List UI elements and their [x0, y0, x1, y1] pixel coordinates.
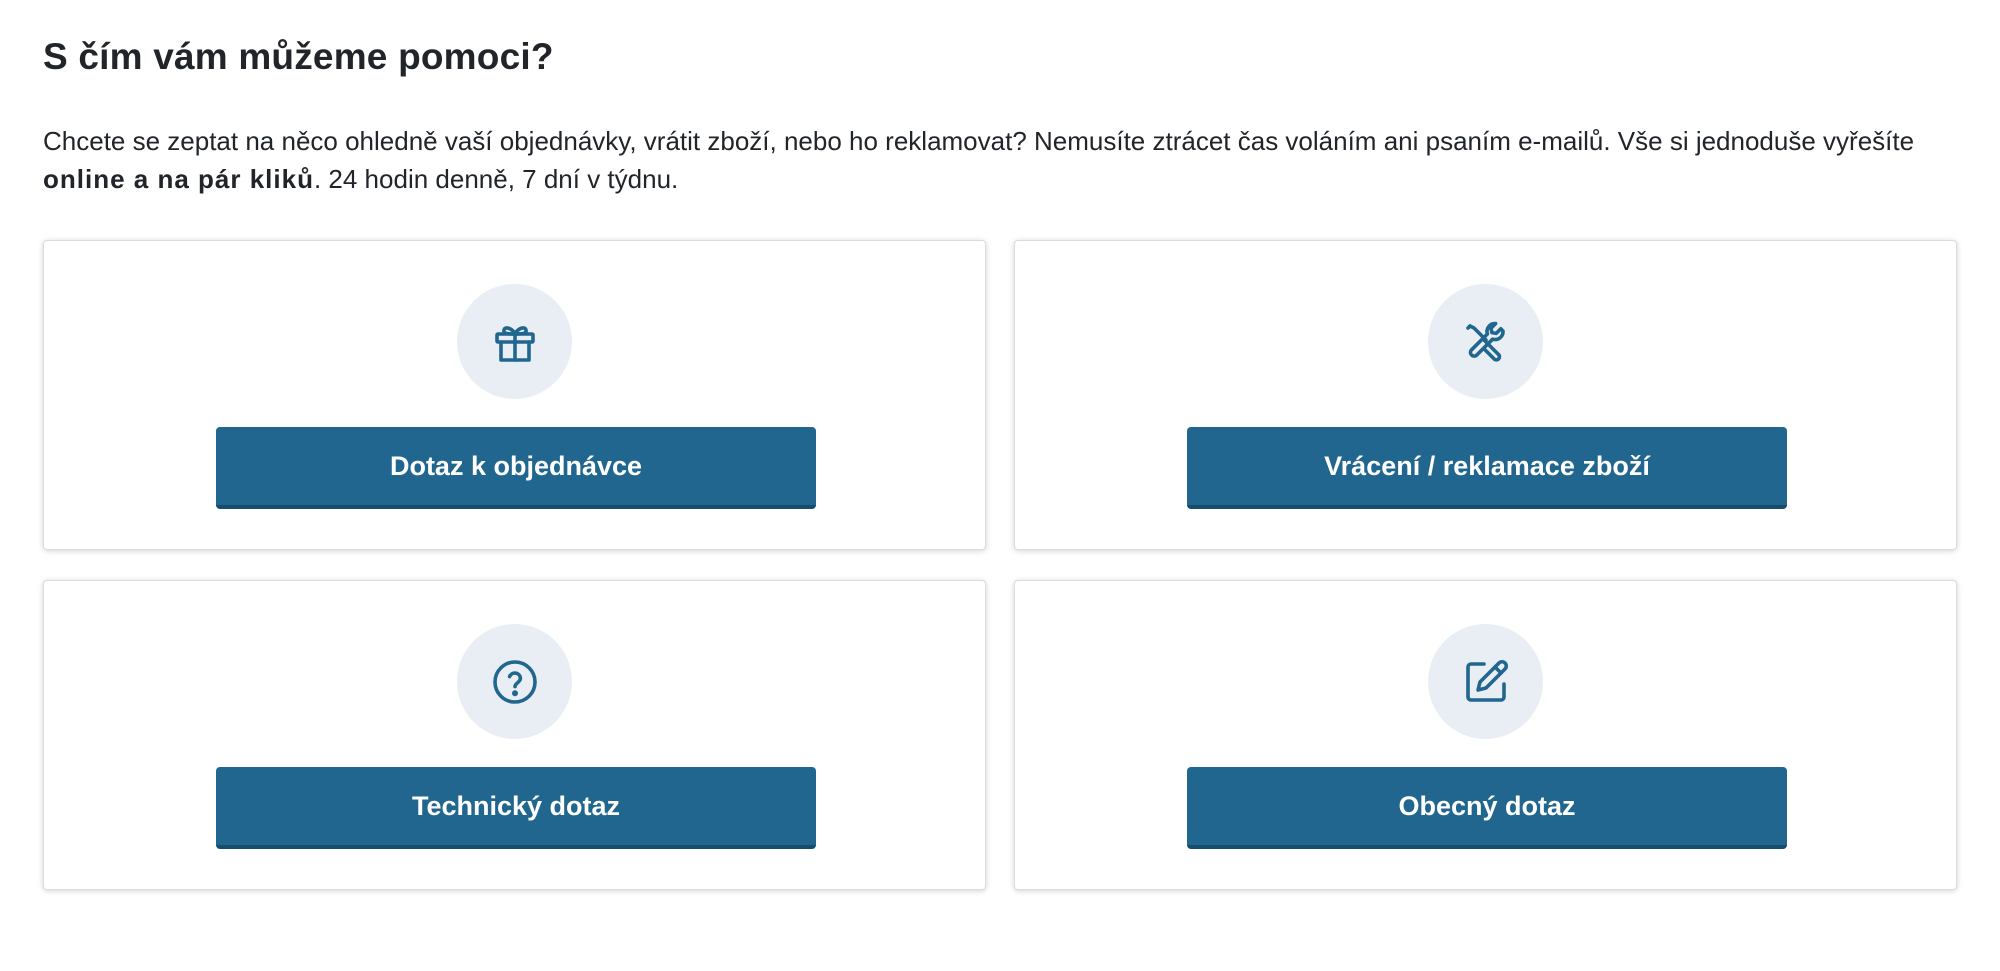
question-circle-icon	[457, 624, 572, 739]
gift-icon	[457, 284, 572, 399]
intro-text: Chcete se zeptat na něco ohledně vaší ob…	[43, 126, 1915, 156]
returns-button[interactable]: Vrácení / reklamace zboží	[1187, 427, 1787, 509]
card-general-question: Obecný dotaz	[1014, 580, 1957, 890]
edit-icon	[1428, 624, 1543, 739]
page-title: S čím vám můžeme pomoci?	[43, 36, 554, 77]
tools-icon	[1428, 284, 1543, 399]
card-order-question: Dotaz k objednávce	[43, 240, 986, 550]
card-technical-question: Technický dotaz	[43, 580, 986, 890]
order-question-button[interactable]: Dotaz k objednávce	[216, 427, 816, 509]
intro-bold: online a na pár kliků	[43, 164, 314, 194]
general-question-button[interactable]: Obecný dotaz	[1187, 767, 1787, 849]
intro-tail: . 24 hodin denně, 7 dní v týdnu.	[313, 164, 679, 194]
help-page: S čím vám můžeme pomoci? Chcete se zepta…	[0, 0, 2000, 971]
card-returns: Vrácení / reklamace zboží	[1014, 240, 1957, 550]
technical-question-button[interactable]: Technický dotaz	[216, 767, 816, 849]
intro-paragraph: Chcete se zeptat na něco ohledně vaší ob…	[43, 122, 1963, 198]
